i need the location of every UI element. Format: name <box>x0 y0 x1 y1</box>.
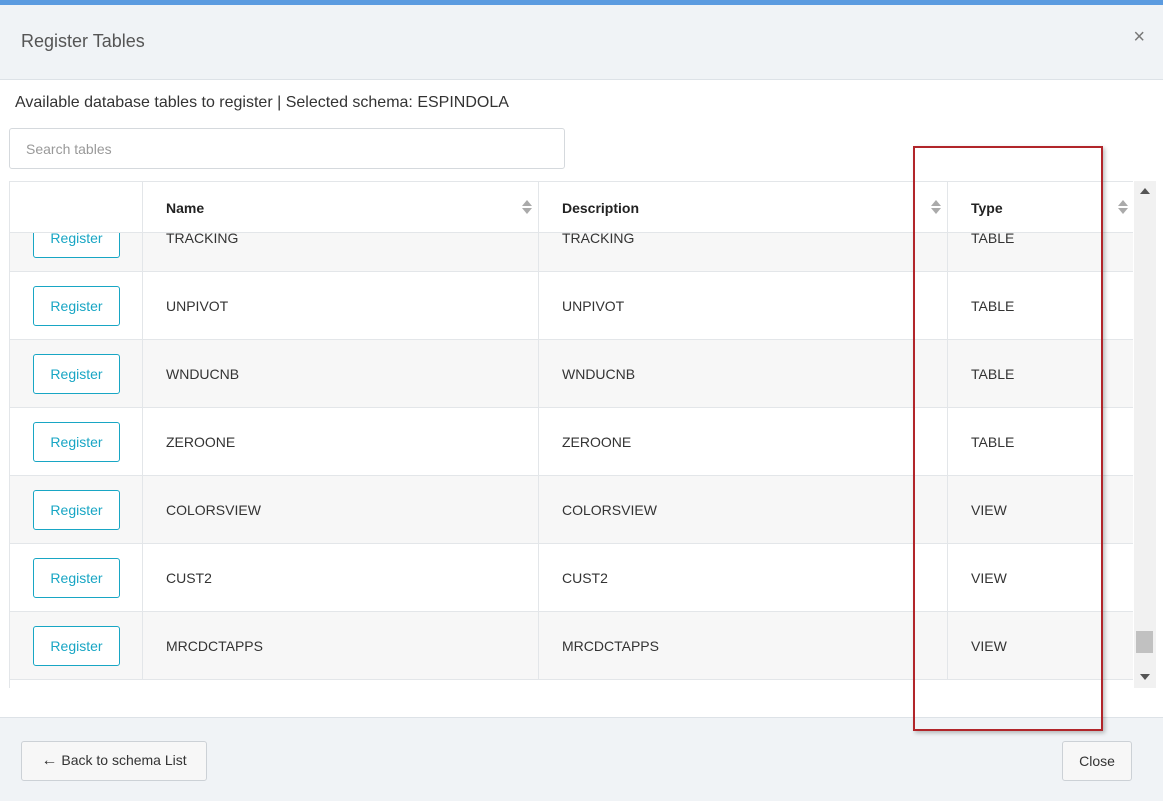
sort-icon[interactable] <box>1118 200 1128 216</box>
description-cell: ZEROONE <box>539 408 948 476</box>
name-cell: COLORSVIEW <box>143 476 539 544</box>
type-cell: VIEW <box>948 476 1133 544</box>
type-cell: VIEW <box>948 612 1133 680</box>
column-header-name-label: Name <box>166 200 205 216</box>
name-cell: CUST2 <box>143 544 539 612</box>
type-cell: TABLE <box>948 272 1133 340</box>
register-button[interactable]: Register <box>33 286 120 326</box>
name-cell: WNDUCNB <box>143 340 539 408</box>
column-header-name[interactable]: Name <box>143 182 539 233</box>
scrollbar-thumb[interactable] <box>1136 631 1153 653</box>
register-button[interactable]: Register <box>33 422 120 462</box>
table-row: Register UNPIVOT UNPIVOT TABLE <box>10 272 1133 340</box>
table-row: Register CUST2 CUST2 VIEW <box>10 544 1133 612</box>
table-row: Register ZEROONE ZEROONE TABLE <box>10 408 1133 476</box>
description-cell: WNDUCNB <box>539 340 948 408</box>
register-button[interactable]: Register <box>33 558 120 598</box>
close-button[interactable]: Close <box>1062 741 1132 781</box>
description-cell: COLORSVIEW <box>539 476 948 544</box>
column-header-description-label: Description <box>562 200 640 216</box>
register-button[interactable]: Register <box>33 490 120 530</box>
table-row: Register MRCDCTAPPS MRCDCTAPPS VIEW <box>10 612 1133 680</box>
description-cell: UNPIVOT <box>539 272 948 340</box>
table-type: VIEW <box>971 502 1007 518</box>
tables-grid: Register TRACKING TRACKING TABLE Register UNP… <box>9 181 1133 688</box>
sort-icon[interactable] <box>522 200 532 216</box>
back-to-schema-list-button[interactable]: ← Back to schema List <box>21 741 207 781</box>
action-cell: Register <box>10 476 143 544</box>
column-header-action <box>10 182 143 233</box>
search-input[interactable] <box>9 128 565 169</box>
table-type: TABLE <box>971 298 1015 314</box>
action-cell: Register <box>10 272 143 340</box>
column-header-type[interactable]: Type <box>948 182 1133 233</box>
type-cell: VIEW <box>948 544 1133 612</box>
table-name: WNDUCNB <box>166 366 240 382</box>
close-icon[interactable]: × <box>1133 27 1145 47</box>
name-cell: ZEROONE <box>143 408 539 476</box>
schema-subtitle: Available database tables to register | … <box>15 94 509 111</box>
table-type: VIEW <box>971 570 1007 586</box>
table-description: ZEROONE <box>562 434 632 450</box>
action-cell: Register <box>10 544 143 612</box>
action-cell: Register <box>10 612 143 680</box>
back-button-label: Back to schema List <box>61 752 187 768</box>
description-cell: CUST2 <box>539 544 948 612</box>
table-name: CUST2 <box>166 570 212 586</box>
table-description: UNPIVOT <box>562 298 625 314</box>
sort-icon[interactable] <box>931 200 941 216</box>
scroll-up-icon[interactable] <box>1140 188 1150 194</box>
table-type: VIEW <box>971 638 1007 654</box>
table-name: MRCDCTAPPS <box>166 638 263 654</box>
column-header-description[interactable]: Description <box>539 182 948 233</box>
table-type: TABLE <box>971 434 1015 450</box>
action-cell: Register <box>10 408 143 476</box>
table-name: COLORSVIEW <box>166 502 261 518</box>
type-cell: TABLE <box>948 340 1133 408</box>
table-description: WNDUCNB <box>562 366 636 382</box>
column-header-type-label: Type <box>971 200 1003 216</box>
table-type: TABLE <box>971 366 1015 382</box>
table-row: Register COLORSVIEW COLORSVIEW VIEW <box>10 476 1133 544</box>
table-description: COLORSVIEW <box>562 502 657 518</box>
modal-header: Register Tables × <box>0 5 1163 80</box>
name-cell: UNPIVOT <box>143 272 539 340</box>
scroll-down-icon[interactable] <box>1140 674 1150 680</box>
table-header: Name Description Type <box>10 182 1133 233</box>
table-name: ZEROONE <box>166 434 236 450</box>
register-button[interactable]: Register <box>33 626 120 666</box>
table-description: MRCDCTAPPS <box>562 638 659 654</box>
name-cell: MRCDCTAPPS <box>143 612 539 680</box>
table-scrollbar[interactable] <box>1134 181 1156 688</box>
table-description: CUST2 <box>562 570 608 586</box>
modal-title: Register Tables <box>21 31 145 51</box>
arrow-left-icon: ← <box>41 752 58 769</box>
table-name: UNPIVOT <box>166 298 229 314</box>
description-cell: MRCDCTAPPS <box>539 612 948 680</box>
action-cell: Register <box>10 340 143 408</box>
register-button[interactable]: Register <box>33 354 120 394</box>
type-cell: TABLE <box>948 408 1133 476</box>
modal-footer: ← Back to schema List Close <box>0 717 1163 801</box>
table-row: Register WNDUCNB WNDUCNB TABLE <box>10 340 1133 408</box>
